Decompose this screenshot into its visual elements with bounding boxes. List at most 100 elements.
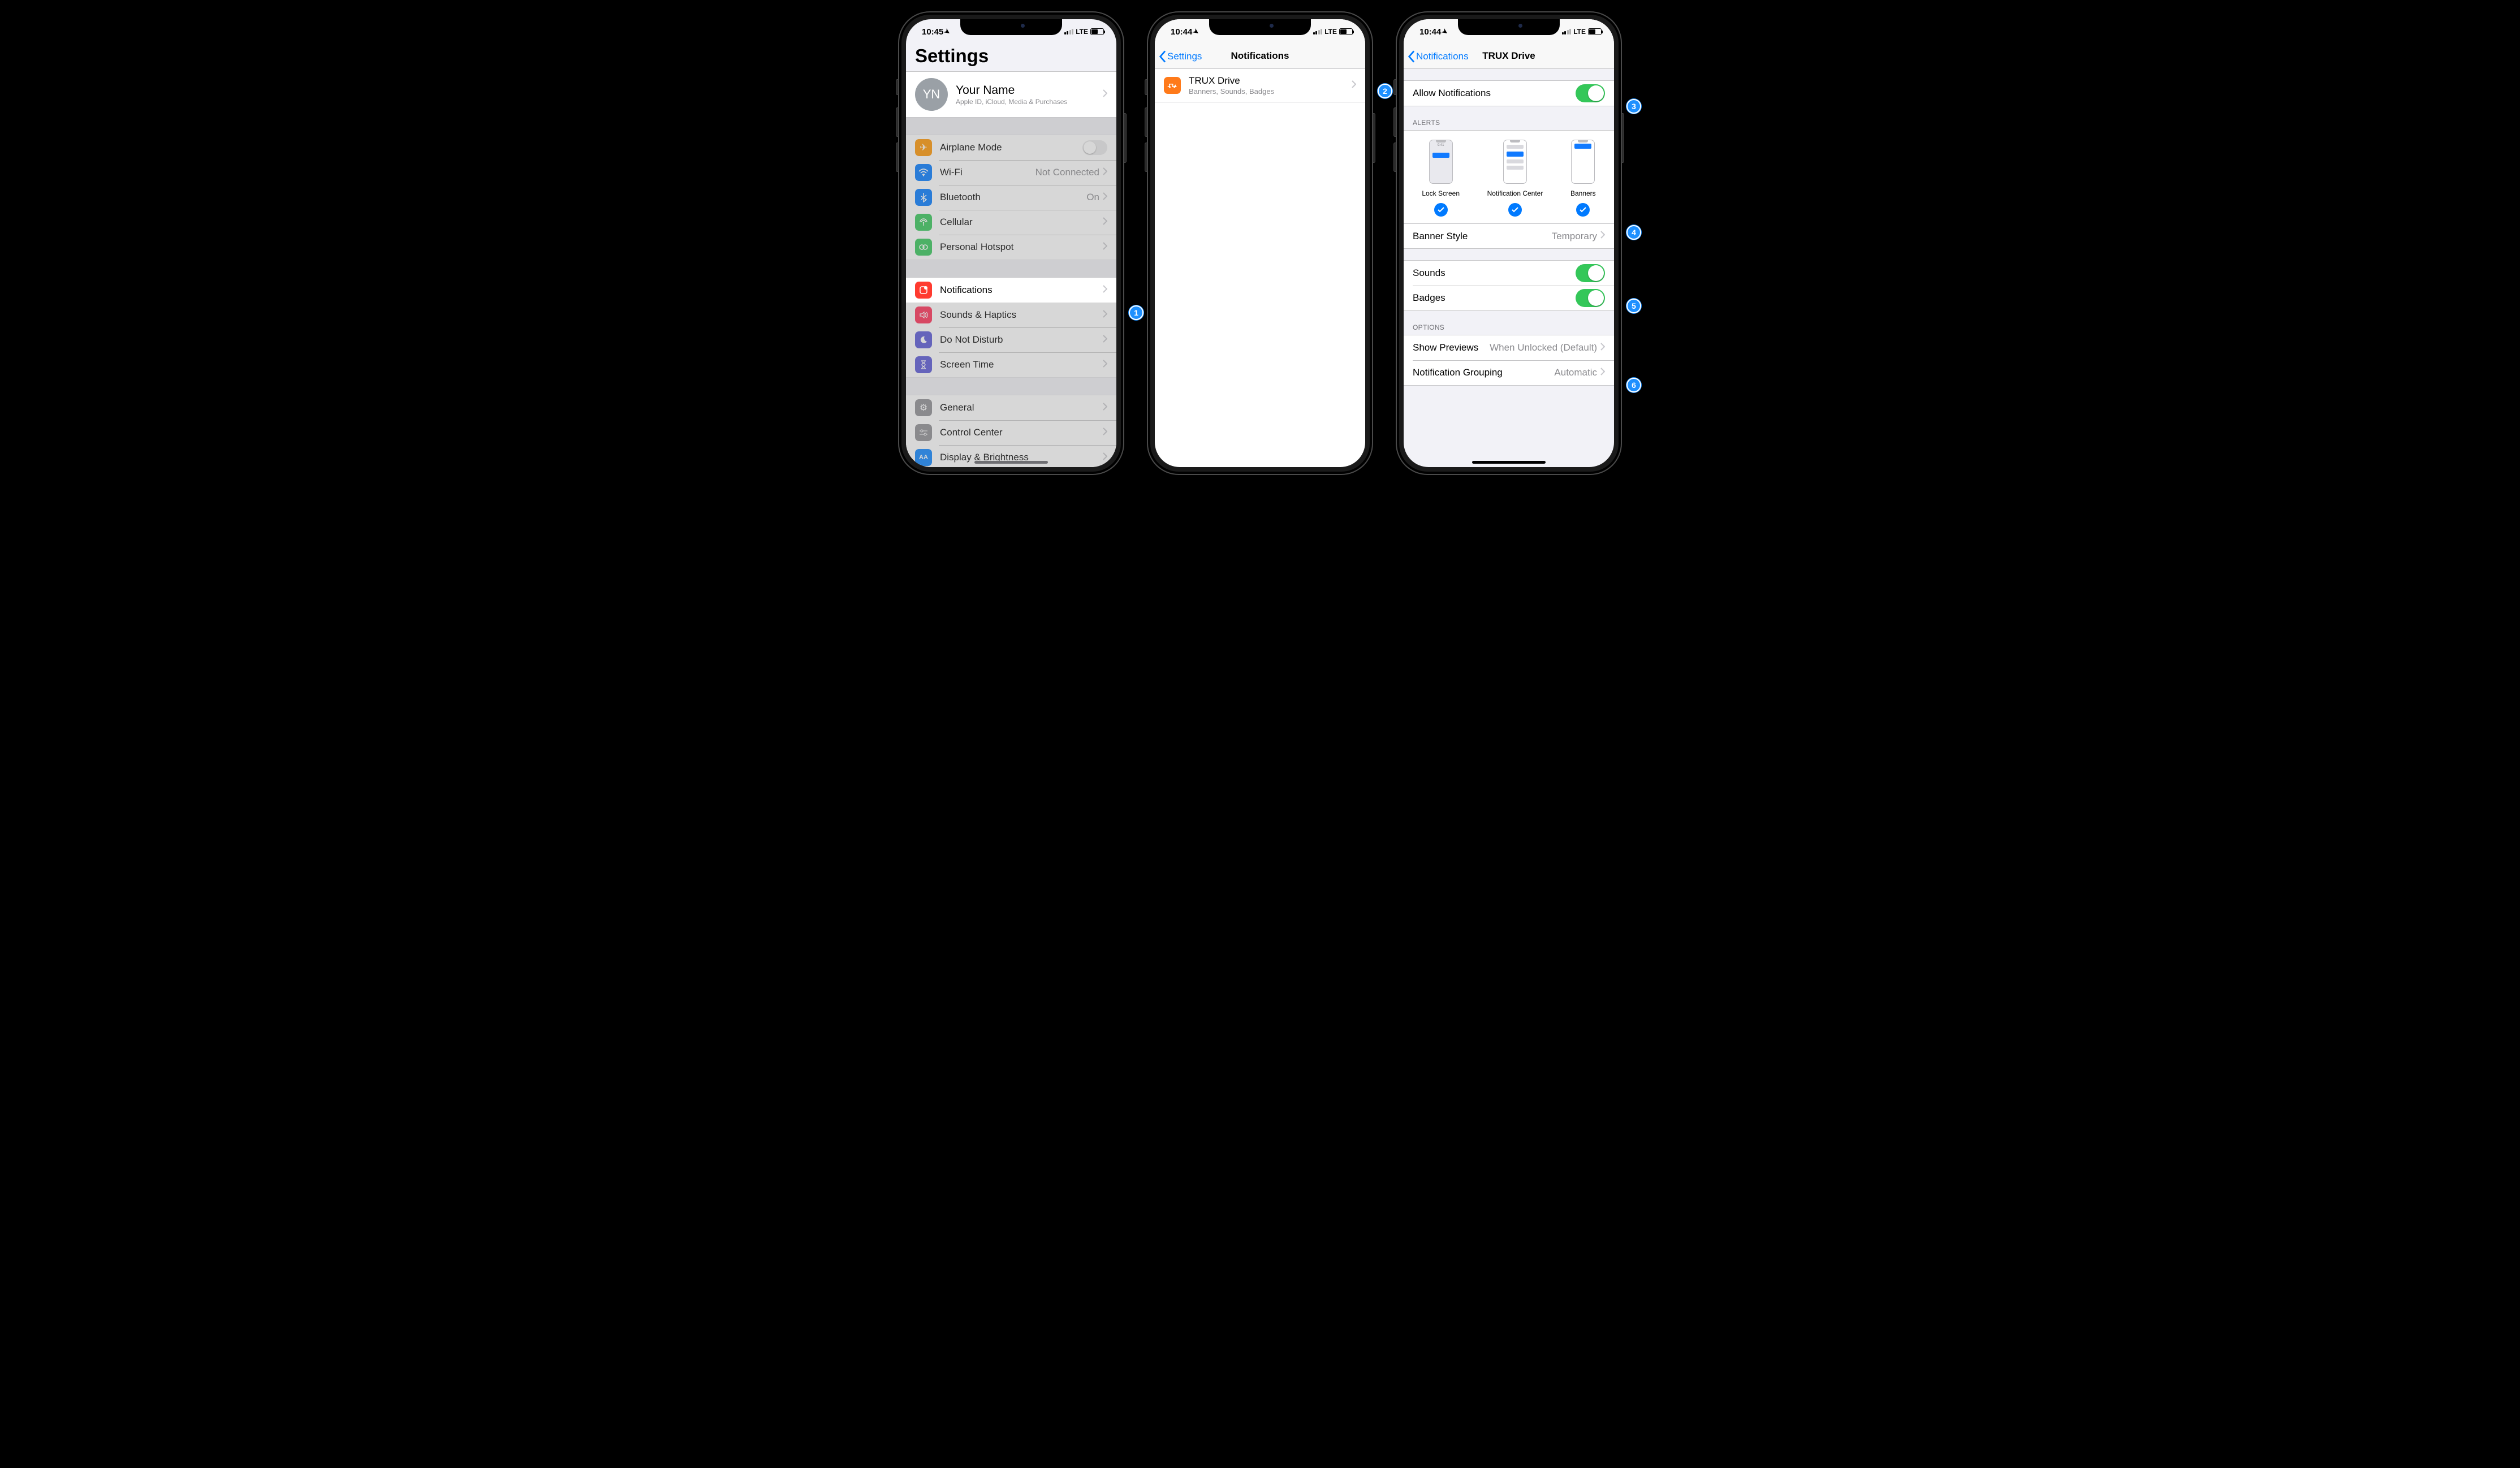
check-icon — [1576, 203, 1590, 217]
screen: 10:45 ➤ LTE Settings YN Your Name — [906, 19, 1116, 467]
allow-group: Allow Notifications — [1404, 80, 1614, 106]
airplane-icon: ✈ — [915, 139, 932, 156]
airplane-toggle[interactable] — [1082, 140, 1107, 155]
sounds-row[interactable]: Sounds — [1404, 261, 1614, 286]
alerts-group: Notifications — [906, 277, 1116, 303]
sounds-badges-group: Sounds Badges — [1404, 260, 1614, 311]
network-label: LTE — [1324, 28, 1337, 36]
location-icon: ➤ — [1192, 27, 1201, 36]
device-3: 10:44 ➤ LTE Notifications TRUX Drive — [1396, 11, 1622, 475]
nav-title: TRUX Drive — [1482, 50, 1535, 62]
trux-drive-icon — [1164, 77, 1181, 94]
battery-icon — [1339, 28, 1353, 35]
chevron-right-icon — [1103, 452, 1107, 463]
cell-signal-icon — [1313, 29, 1323, 34]
notch — [1458, 19, 1560, 35]
chevron-right-icon — [1352, 80, 1356, 91]
general-row[interactable]: ⚙ General — [906, 395, 1116, 420]
alert-option-lock-screen[interactable]: 9:41 Lock Screen — [1422, 140, 1460, 217]
chevron-right-icon — [1103, 89, 1107, 100]
avatar: YN — [915, 78, 948, 111]
nav-bar: Settings Notifications — [1155, 44, 1365, 69]
text-size-icon: AA — [915, 449, 932, 466]
banner-style-row[interactable]: Banner Style Temporary — [1404, 224, 1614, 249]
allow-notifications-row[interactable]: Allow Notifications — [1404, 81, 1614, 106]
hotspot-row[interactable]: Personal Hotspot — [906, 235, 1116, 260]
airplane-row[interactable]: ✈ Airplane Mode — [906, 135, 1116, 160]
sounds-haptics-row[interactable]: Sounds & Haptics — [906, 303, 1116, 327]
page-title: Settings — [906, 44, 1116, 71]
profile-subtitle: Apple ID, iCloud, Media & Purchases — [956, 98, 1103, 106]
allow-notifications-toggle[interactable] — [1576, 84, 1605, 102]
dnd-row[interactable]: Do Not Disturb — [906, 327, 1116, 352]
notifications-row[interactable]: Notifications — [906, 278, 1116, 303]
badges-row[interactable]: Badges — [1404, 286, 1614, 310]
profile-group: YN Your Name Apple ID, iCloud, Media & P… — [906, 71, 1116, 118]
back-button[interactable]: Notifications — [1407, 44, 1469, 68]
network-label: LTE — [1076, 28, 1088, 36]
phone-frame: 10:44 ➤ LTE Settings Notifications — [1147, 11, 1373, 475]
status-time: 10:44 — [1419, 27, 1441, 37]
show-previews-row[interactable]: Show Previews When Unlocked (Default) — [1404, 335, 1614, 360]
display-row[interactable]: AA Display & Brightness — [906, 445, 1116, 467]
home-indicator[interactable] — [1472, 461, 1546, 464]
alert-style-row: 9:41 Lock Screen — [1404, 131, 1614, 224]
connectivity-group: ✈ Airplane Mode Wi-Fi Not Connected — [906, 135, 1116, 260]
home-indicator[interactable] — [974, 461, 1048, 464]
chevron-right-icon — [1103, 360, 1107, 370]
settings-content[interactable]: Settings YN Your Name Apple ID, iCloud, … — [906, 44, 1116, 467]
apple-id-row[interactable]: YN Your Name Apple ID, iCloud, Media & P… — [906, 72, 1116, 117]
callout-2: 2 — [1378, 84, 1392, 98]
app-notification-settings[interactable]: Allow Notifications ALERTS 9:41 — [1404, 69, 1614, 386]
screen: 10:44 ➤ LTE Settings Notifications — [1155, 19, 1365, 467]
battery-icon — [1588, 28, 1602, 35]
device-2: 10:44 ➤ LTE Settings Notifications — [1147, 11, 1373, 475]
notification-grouping-row[interactable]: Notification Grouping Automatic — [1404, 360, 1614, 385]
options-group: Show Previews When Unlocked (Default) No… — [1404, 335, 1614, 386]
cell-signal-icon — [1064, 29, 1074, 34]
chevron-right-icon — [1103, 285, 1107, 296]
chevron-right-icon — [1103, 403, 1107, 413]
alert-option-notification-center[interactable]: Notification Center — [1487, 140, 1543, 217]
gear-icon: ⚙ — [915, 399, 932, 416]
nav-bar: Notifications TRUX Drive — [1404, 44, 1614, 69]
chevron-right-icon — [1103, 217, 1107, 228]
callout-1: 1 — [1129, 305, 1144, 320]
screen-time-row[interactable]: Screen Time — [906, 352, 1116, 377]
chevron-right-icon — [1103, 428, 1107, 438]
hotspot-icon — [915, 239, 932, 256]
app-name: TRUX Drive — [1189, 75, 1352, 87]
badges-toggle[interactable] — [1576, 289, 1605, 307]
callout-5: 5 — [1626, 299, 1641, 313]
sliders-icon — [915, 424, 932, 441]
back-button[interactable]: Settings — [1158, 44, 1202, 68]
alerts-style-group: 9:41 Lock Screen — [1404, 130, 1614, 249]
options-header: OPTIONS — [1404, 311, 1614, 335]
sounds-toggle[interactable] — [1576, 264, 1605, 282]
chevron-right-icon — [1103, 242, 1107, 253]
check-icon — [1508, 203, 1522, 217]
notifications-app-list[interactable]: TRUX Drive Banners, Sounds, Badges — [1155, 69, 1365, 102]
chevron-right-icon — [1103, 335, 1107, 346]
chevron-right-icon — [1600, 231, 1605, 241]
alerts-group-rest: Sounds & Haptics Do Not Disturb — [906, 303, 1116, 378]
alert-option-banners[interactable]: Banners — [1570, 140, 1596, 217]
alerts-header: ALERTS — [1404, 106, 1614, 130]
chevron-right-icon — [1103, 167, 1107, 178]
location-icon: ➤ — [943, 27, 952, 36]
callout-3: 3 — [1626, 99, 1641, 114]
cellular-row[interactable]: Cellular — [906, 210, 1116, 235]
status-time: 10:44 — [1171, 27, 1192, 37]
app-trux-drive-row[interactable]: TRUX Drive Banners, Sounds, Badges — [1155, 69, 1365, 102]
chevron-right-icon — [1600, 368, 1605, 378]
notch — [960, 19, 1062, 35]
wifi-row[interactable]: Wi-Fi Not Connected — [906, 160, 1116, 185]
nav-title: Notifications — [1231, 50, 1289, 62]
chevron-right-icon — [1103, 310, 1107, 321]
cellular-icon — [915, 214, 932, 231]
control-center-row[interactable]: Control Center — [906, 420, 1116, 445]
bluetooth-row[interactable]: Bluetooth On — [906, 185, 1116, 210]
status-time: 10:45 — [922, 27, 943, 37]
device-1: 10:45 ➤ LTE Settings YN Your Name — [898, 11, 1124, 475]
moon-icon — [915, 331, 932, 348]
